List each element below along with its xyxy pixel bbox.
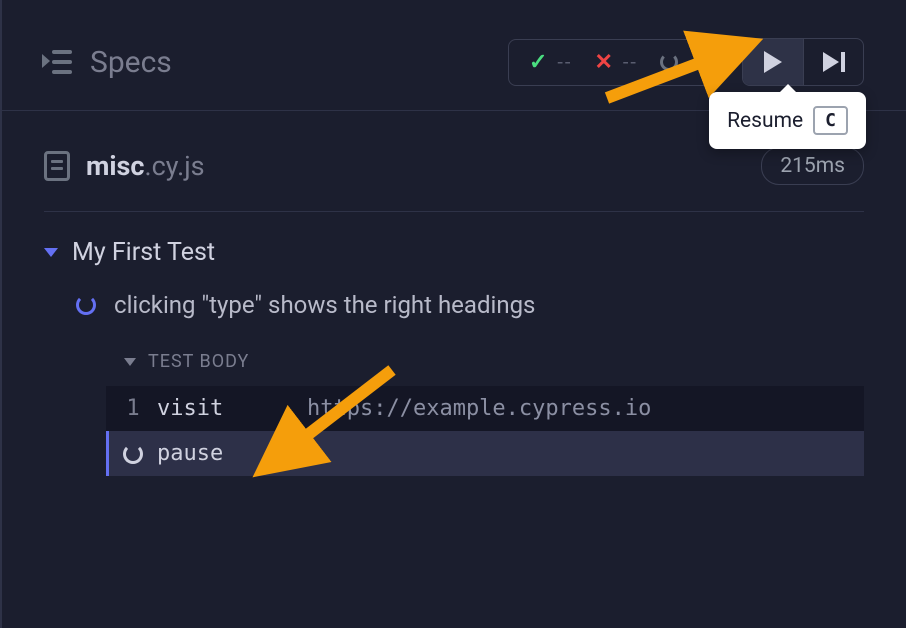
resume-tooltip: Resume C [709, 92, 866, 149]
test-title: clicking "type" shows the right headings [114, 291, 535, 319]
specs-nav[interactable]: Specs [44, 45, 172, 80]
spec-file-name: misc.cy.js [86, 150, 205, 182]
test-case-row[interactable]: clicking "type" shows the right headings [44, 267, 864, 339]
chevron-down-icon [124, 358, 136, 366]
chevron-down-icon [44, 248, 58, 257]
suite-name: My First Test [72, 238, 215, 267]
tooltip-shortcut-key: C [813, 106, 848, 135]
specs-label: Specs [90, 45, 172, 80]
annotation-arrow [242, 365, 402, 495]
stat-passed: ✓ -- [529, 50, 573, 75]
suite-toggle[interactable]: My First Test [44, 238, 864, 267]
command-index: 1 [109, 396, 157, 421]
check-icon: ✓ [529, 50, 547, 75]
step-button[interactable] [803, 39, 863, 85]
test-body-toggle[interactable]: TEST BODY [106, 339, 864, 386]
specs-icon [44, 50, 72, 74]
duration-badge: 215ms [761, 147, 864, 185]
tooltip-text: Resume [727, 109, 803, 133]
test-body-label: TEST BODY [148, 351, 249, 372]
running-spinner-icon [76, 295, 96, 315]
running-spinner-icon [123, 444, 143, 464]
file-icon [44, 151, 70, 181]
command-row-visit[interactable]: 1 visit https://example.cypress.io [106, 386, 864, 431]
command-row-pause[interactable]: pause [106, 431, 864, 476]
step-icon [823, 52, 845, 72]
